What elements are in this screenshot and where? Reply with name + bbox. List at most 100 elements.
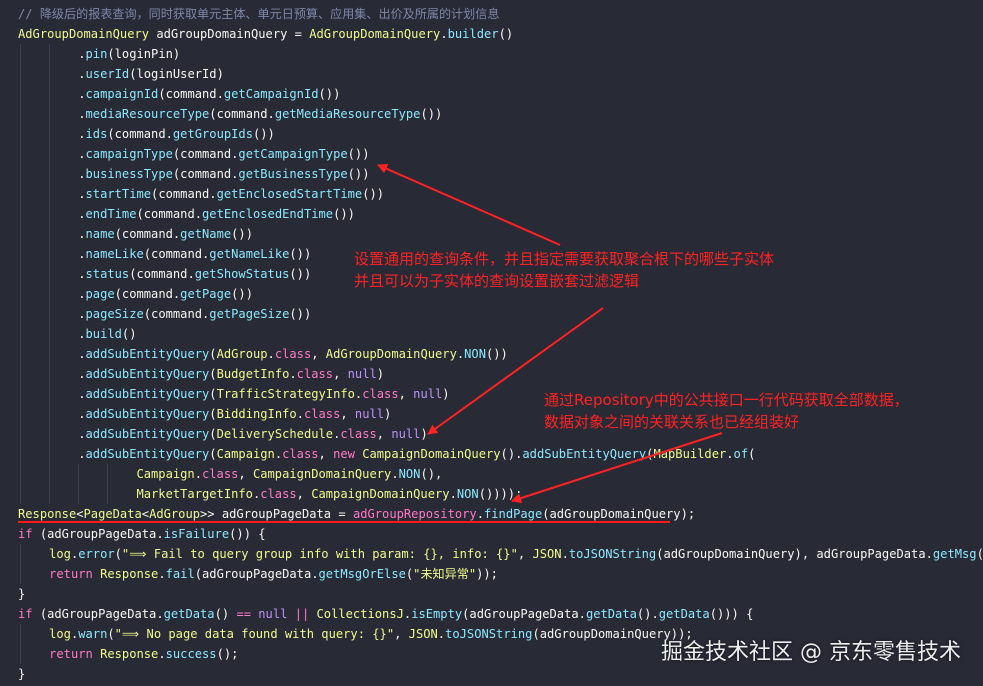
code-token: getMediaResourceType [274,107,421,121]
code-token: . [391,467,399,481]
annotation-conditions: 设置通用的查询条件，并且指定需要获取聚合根下的哪些子实体 并且可以为子实体的查询… [354,248,774,292]
code-line[interactable]: } [0,584,983,604]
code-line[interactable]: .campaignId(command.getCampaignId()) [0,84,983,104]
code-token: () [498,27,514,41]
code-token: == [236,607,251,621]
code-token: addSubEntityQuery [522,447,647,461]
code-line[interactable]: Campaign.class, CampaignDomainQuery.NON(… [0,464,983,484]
code-token: (loginPin) [107,47,181,61]
indent-guide [49,284,51,304]
code-token: AdGroup [149,507,201,521]
highlight-underline [18,521,670,523]
code-token: businessType [85,167,173,181]
code-line[interactable]: .endTime(command.getEnclosedEndTime()) [0,204,983,224]
code-token: . [726,447,734,461]
indent-guide [49,84,51,104]
code-token: JSON [532,547,562,561]
code-token: ()) [318,87,341,101]
code-token: return [49,567,93,581]
code-token: . [289,367,297,381]
indent-guide [49,124,51,144]
code-token: class [340,427,377,441]
code-line[interactable]: .businessType(command.getBusinessType()) [0,164,983,184]
indent-guide [49,164,51,184]
code-line[interactable]: .build() [0,324,983,344]
code-token: . [158,567,166,581]
code-token: () [121,327,137,341]
code-token: campaignType [85,147,173,161]
code-token: . [78,207,86,221]
code-line[interactable]: .ids(command.getGroupIds()) [0,124,983,144]
code-text: .nameLike(command.getNameLike()) [78,244,311,264]
code-token: "⟹ Fail to query group info with param: … [121,547,518,561]
code-token: } [18,587,26,601]
code-text: return Response.fail(adGroupPageData.get… [49,564,498,584]
code-token: warn [78,627,108,641]
code-token: if [18,527,33,541]
annotation-conditions-line1: 设置通用的查询条件，并且指定需要获取聚合根下的哪些子实体 [354,250,775,268]
code-line[interactable]: .name(command.getName()) [0,224,983,244]
code-token: // 降级后的报表查询，同时获取单元主体、单元日预算、应用集、出价及所属的计划信… [18,7,500,21]
code-line[interactable]: MarketTargetInfo. class, CampaignDomainQu… [0,484,983,504]
code-token: . [78,427,86,441]
code-token: isEmpty [411,607,463,621]
code-token: (adGroupPageData. [462,607,586,621]
code-token: null [413,387,443,401]
code-token: (), [420,467,443,481]
code-line[interactable]: // 降级后的报表查询，同时获取单元主体、单元日预算、应用集、出价及所属的计划信… [0,4,983,24]
code-token: endTime [85,207,137,221]
code-line[interactable]: AdGroupDomainQuery adGroupDomainQuery = … [0,24,983,44]
code-editor[interactable]: // 降级后的报表查询，同时获取单元主体、单元日预算、应用集、出价及所属的计划信… [0,0,983,686]
code-line[interactable]: return Response.fail(adGroupPageData.get… [0,564,983,584]
indent-guide [20,324,21,344]
code-token: . [449,487,457,501]
indent-guide [49,44,51,64]
code-token: BudgetInfo [216,367,290,381]
watermark: 掘金技术社区 @ 京东零售技术 [661,640,961,665]
code-line[interactable]: .userId(loginUserId) [0,64,983,84]
code-token: . [78,267,86,281]
indent-guide [49,364,51,384]
code-text: .endTime(command.getEnclosedEndTime()) [78,204,355,224]
code-line[interactable]: log. error("⟹ Fail to query group info wi… [0,544,983,564]
code-line[interactable]: if (adGroupPageData.getData() == null ||… [0,604,983,624]
indent-guide [20,164,21,184]
code-line[interactable]: } [0,664,983,684]
code-token: . [78,247,86,261]
code-token: MarketTargetInfo [136,487,253,501]
code-token: , [296,487,312,501]
indent-guide [20,284,21,304]
code-line[interactable]: .addSubEntityQuery(BudgetInfo.class, nul… [0,364,983,384]
indent-guide [49,204,51,224]
indent-guide [49,144,51,164]
code-line[interactable]: .pageSize(command.getPageSize()) [0,304,983,324]
code-text: return Response.success(); [49,644,238,664]
code-line[interactable]: if (adGroupPageData.isFailure()) { [0,524,983,544]
code-token: (loginUserId) [129,67,224,81]
code-token: ()) [231,287,253,301]
code-token: getEnclosedStartTime [216,187,363,201]
indent-guide [20,124,21,144]
code-token: , [333,367,348,381]
code-token: . [78,387,86,401]
code-token: getData [163,607,215,621]
code-token: page [85,287,115,301]
code-token: BiddingInfo [216,407,297,421]
code-token: getShowStatus [194,267,290,281]
code-area[interactable]: // 降级后的报表查询，同时获取单元主体、单元日预算、应用集、出价及所属的计划信… [0,4,983,684]
indent-guide [20,184,21,204]
code-token: . [267,347,275,361]
code-text: .addSubEntityQuery(BiddingInfo.class, nu… [78,404,391,424]
code-line[interactable]: .addSubEntityQuery(AdGroup.class, AdGrou… [0,344,983,364]
code-line[interactable]: .addSubEntityQuery(Campaign.class, new C… [0,444,983,464]
indent-guide [20,264,21,284]
code-line[interactable]: .startTime(command.getEnclosedStartTime(… [0,184,983,204]
code-line[interactable]: .campaignType(command.getCampaignType()) [0,144,983,164]
code-token: "未知异常" [413,567,477,581]
code-token: CollectionsJ [316,607,404,621]
code-line[interactable]: .pin(loginPin) [0,44,983,64]
code-token: (command. [158,87,224,101]
code-line[interactable]: .mediaResourceType(command.getMediaResou… [0,104,983,124]
code-token: (adGroupDomainQuery); [542,507,696,521]
annotation-repository-line2: 数据对象之间的关联关系也已经组装好 [544,413,800,431]
